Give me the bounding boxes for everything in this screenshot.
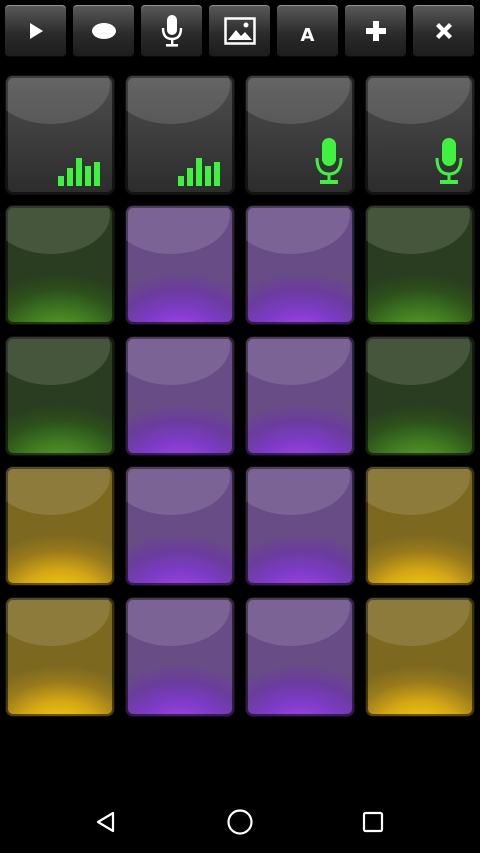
pad-r5-c1[interactable]: [6, 598, 114, 716]
add-icon: [365, 21, 386, 41]
toolbar: A: [0, 0, 480, 64]
pad-r2-c4[interactable]: [366, 206, 474, 324]
pad-r2-c3[interactable]: [246, 206, 354, 324]
pad-r3-c2[interactable]: [126, 337, 234, 455]
pad-r1-c4[interactable]: [366, 76, 474, 194]
close-icon: [435, 23, 452, 39]
pad-r4-c4[interactable]: [366, 467, 474, 585]
pad-r2-c2[interactable]: [126, 206, 234, 324]
equalizer-icon: [58, 158, 100, 186]
close-button[interactable]: [413, 5, 474, 57]
microphone-button[interactable]: [141, 5, 202, 57]
equalizer-icon: [178, 158, 220, 186]
add-button[interactable]: [345, 5, 406, 57]
back-button[interactable]: [86, 802, 126, 842]
pad-r3-c1[interactable]: [6, 337, 114, 455]
pad-r5-c2[interactable]: [126, 598, 234, 716]
play-icon: [29, 23, 43, 39]
play-button[interactable]: [5, 5, 66, 57]
pad-r1-c3[interactable]: [246, 76, 354, 194]
microphone-icon: [315, 138, 343, 184]
image-button[interactable]: [209, 5, 270, 57]
record-button[interactable]: [73, 5, 134, 57]
back-icon: [96, 811, 115, 833]
navigation-bar: [0, 790, 480, 853]
pad-r4-c1[interactable]: [6, 467, 114, 585]
pad-r1-c2[interactable]: [126, 76, 234, 194]
pad-r4-c3[interactable]: [246, 467, 354, 585]
pad-r3-c3[interactable]: [246, 337, 354, 455]
image-icon: [223, 17, 256, 45]
microphone-icon: [161, 15, 182, 47]
record-icon: [91, 23, 116, 39]
pad-r2-c1[interactable]: [6, 206, 114, 324]
microphone-icon: [435, 138, 463, 184]
pad-r5-c3[interactable]: [246, 598, 354, 716]
home-icon: [227, 809, 253, 835]
recents-icon: [362, 811, 384, 833]
pad-r5-c4[interactable]: [366, 598, 474, 716]
pad-grid: [0, 75, 480, 720]
pad-r4-c2[interactable]: [126, 467, 234, 585]
font-icon: A: [300, 24, 315, 46]
home-button[interactable]: [220, 802, 260, 842]
pad-r1-c1[interactable]: [6, 76, 114, 194]
recents-button[interactable]: [353, 802, 393, 842]
pad-r3-c4[interactable]: [366, 337, 474, 455]
text-button[interactable]: A: [277, 5, 338, 57]
